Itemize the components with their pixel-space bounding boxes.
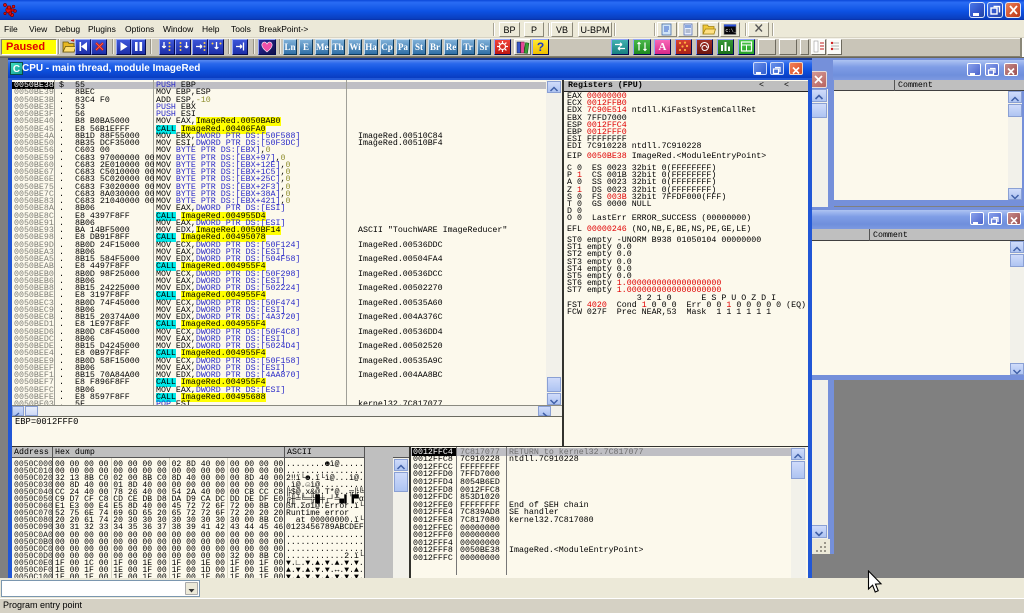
svg-text:C:\_: C:\_ [726, 28, 737, 34]
